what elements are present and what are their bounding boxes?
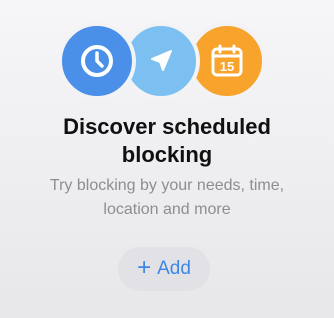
location-arrow-icon <box>151 50 172 71</box>
clock-icon-circle <box>58 22 136 100</box>
title-line-2: blocking <box>121 142 213 167</box>
calendar-day-number: 15 <box>220 59 234 74</box>
add-button[interactable]: + Add <box>118 247 210 291</box>
page-title: Discover scheduled blocking <box>0 113 334 169</box>
title-line-1: Discover scheduled <box>63 114 271 139</box>
subtitle-line-1: Try blocking by your needs, time, <box>49 177 285 194</box>
feature-icons: 15 <box>58 22 270 102</box>
clock-icon <box>81 45 113 77</box>
scheduled-blocking-empty-state: 15 Discover scheduled blocking Try block… <box>0 0 334 318</box>
add-button-label: Add <box>157 258 191 279</box>
calendar-icon: 15 <box>211 44 243 77</box>
plus-icon: + <box>137 254 152 281</box>
subtitle-line-2: location and more <box>103 201 231 218</box>
page-subtitle: Try blocking by your needs, time, locati… <box>0 174 334 222</box>
